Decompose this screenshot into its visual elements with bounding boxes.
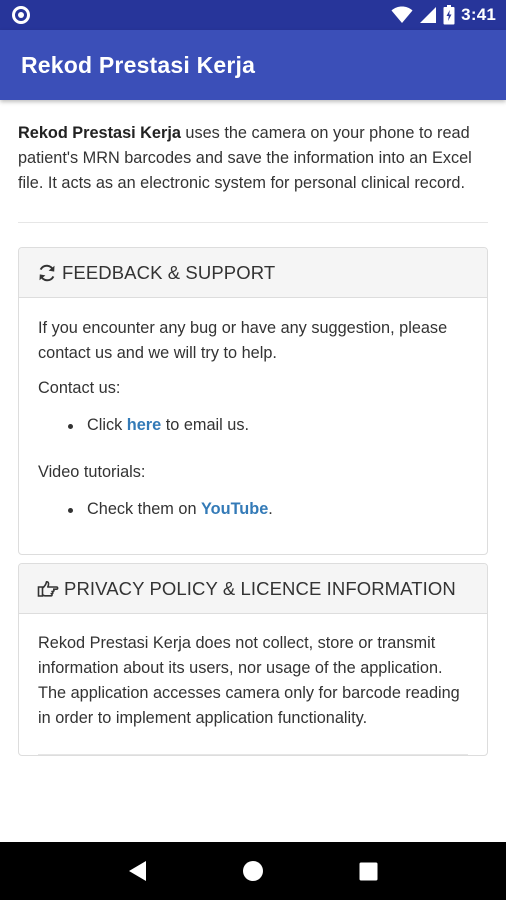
home-icon	[242, 861, 263, 881]
video-list: Check them on YouTube.	[38, 497, 468, 522]
app-title: Rekod Prestasi Kerja	[21, 51, 256, 78]
feedback-description: If you encounter any bug or have any sug…	[38, 319, 448, 362]
refresh-icon	[39, 264, 55, 281]
feedback-panel: FEEDBACK & SUPPORT If you encounter any …	[18, 247, 488, 555]
video-item-suffix: .	[268, 500, 273, 518]
hand-pointing-icon	[37, 580, 59, 597]
privacy-text: Rekod Prestasi Kerja does not collect, s…	[38, 634, 460, 727]
back-button[interactable]	[118, 851, 158, 891]
feedback-panel-heading: FEEDBACK & SUPPORT	[19, 248, 487, 298]
list-item: Click here to email us.	[68, 413, 468, 438]
contact-list: Click here to email us.	[38, 413, 468, 438]
feedback-panel-body: If you encounter any bug or have any sug…	[19, 298, 487, 554]
youtube-link[interactable]: YouTube	[201, 500, 268, 518]
privacy-panel-body: Rekod Prestasi Kerja does not collect, s…	[19, 614, 487, 755]
email-link[interactable]: here	[127, 416, 161, 434]
privacy-panel: PRIVACY POLICY & LICENCE INFORMATION Rek…	[18, 563, 488, 756]
privacy-panel-title: PRIVACY POLICY & LICENCE INFORMATION	[64, 577, 456, 599]
status-icons: 3:41	[391, 5, 496, 25]
signal-icon	[420, 7, 437, 23]
video-item-prefix: Check them on	[87, 500, 202, 518]
contact-item-suffix: to email us.	[161, 416, 249, 434]
battery-icon	[443, 5, 455, 25]
recents-icon	[359, 862, 378, 880]
privacy-panel-heading: PRIVACY POLICY & LICENCE INFORMATION	[19, 564, 487, 614]
recents-button[interactable]	[348, 851, 388, 891]
wifi-icon	[391, 6, 413, 23]
intro-paragraph: Rekod Prestasi Kerja uses the camera on …	[18, 121, 488, 196]
section-divider	[18, 222, 488, 223]
home-button[interactable]	[233, 851, 273, 891]
status-bar: 3:41	[0, 0, 506, 30]
navigation-bar	[0, 842, 506, 900]
video-label: Video tutorials:	[38, 463, 146, 481]
contact-item-prefix: Click	[87, 416, 127, 434]
feedback-panel-title: FEEDBACK & SUPPORT	[62, 261, 276, 283]
contact-label: Contact us:	[38, 379, 121, 397]
app-bar: Rekod Prestasi Kerja	[0, 30, 506, 100]
privacy-divider	[38, 754, 468, 755]
intro-app-name: Rekod Prestasi Kerja	[18, 124, 181, 142]
notification-circle-icon	[12, 6, 30, 24]
status-time: 3:41	[461, 5, 496, 24]
back-icon	[128, 861, 146, 881]
content-scroll-area[interactable]: Rekod Prestasi Kerja uses the camera on …	[0, 100, 506, 842]
list-item: Check them on YouTube.	[68, 497, 468, 522]
